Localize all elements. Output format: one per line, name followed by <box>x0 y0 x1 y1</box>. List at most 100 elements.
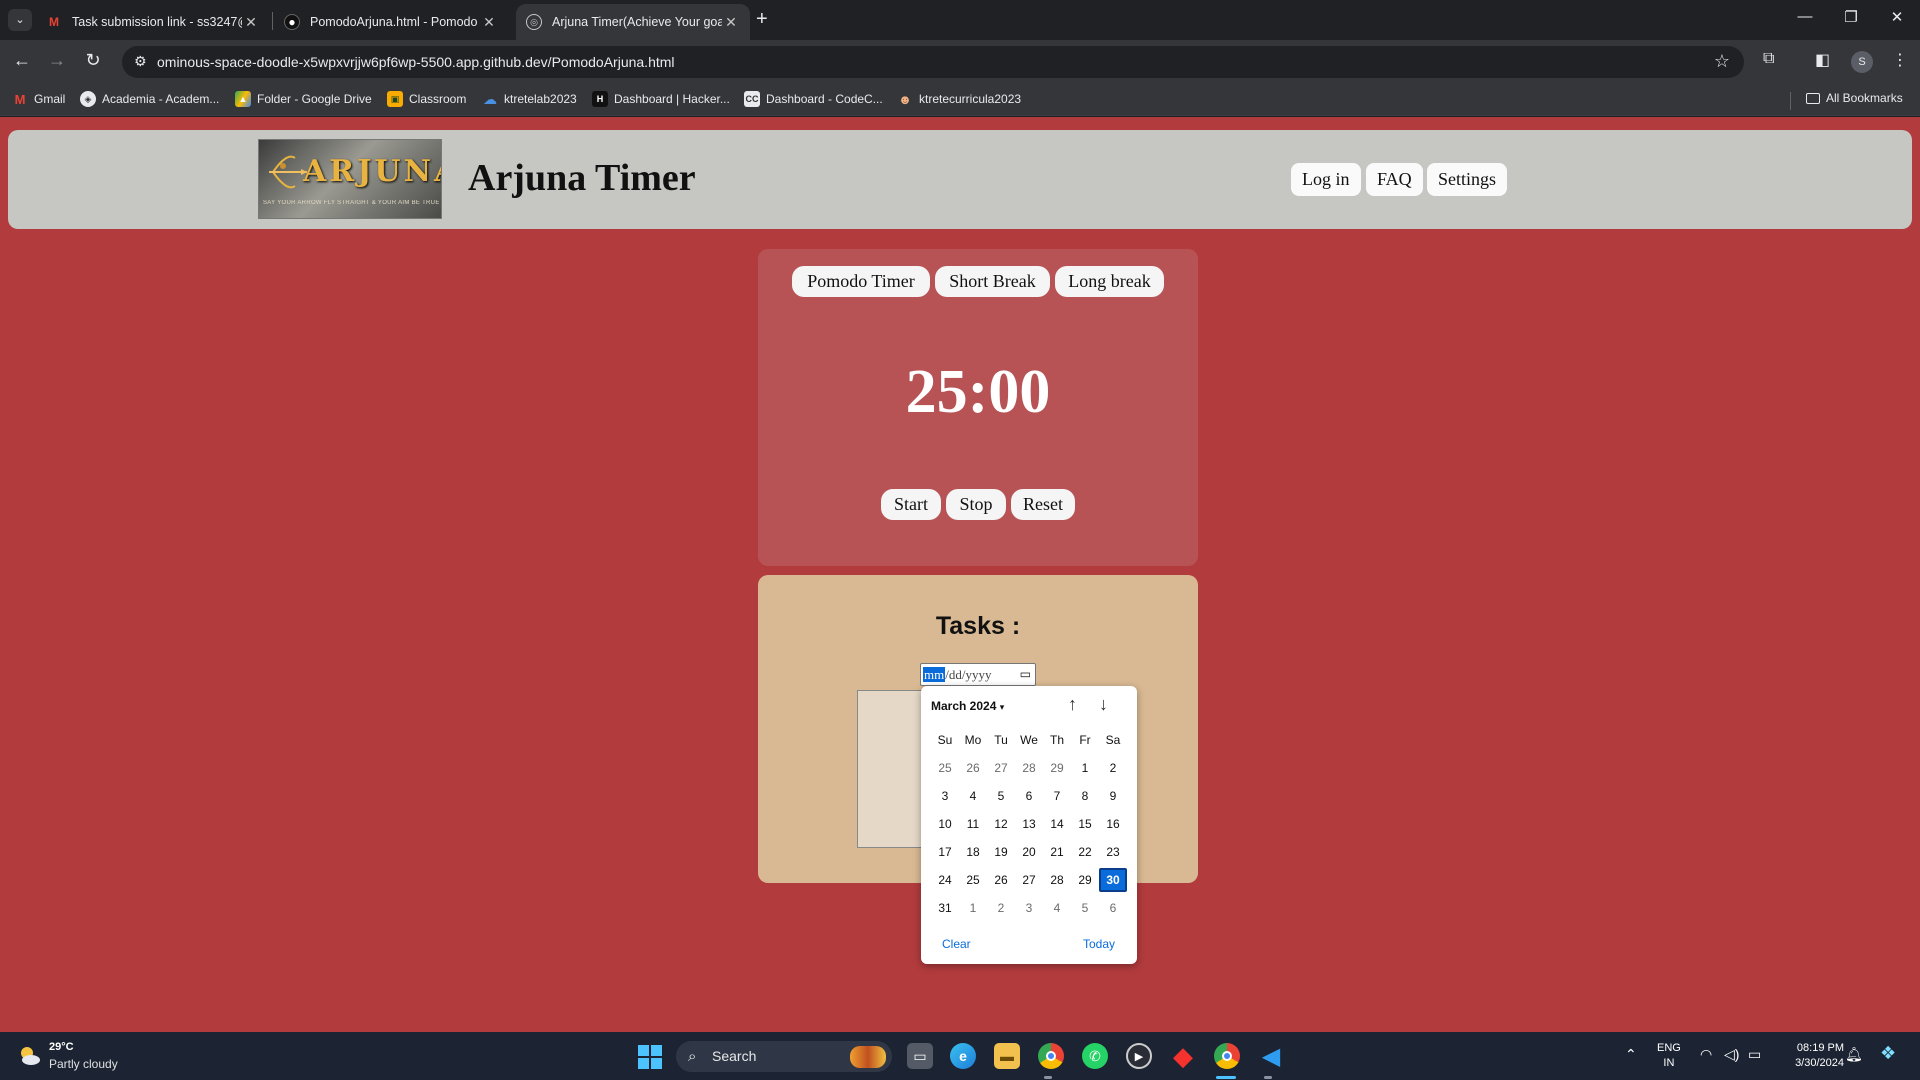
calendar-day[interactable]: 7 <box>1043 784 1071 808</box>
tab-search-button[interactable]: ⌄ <box>8 9 32 31</box>
calendar-day[interactable]: 17 <box>931 840 959 864</box>
calendar-day[interactable]: 1 <box>1071 756 1099 780</box>
vscode-icon[interactable]: ◀ <box>1258 1043 1284 1070</box>
reset-button[interactable]: Reset <box>1011 489 1075 520</box>
side-panel-icon[interactable]: ◧ <box>1815 50 1830 70</box>
bookmark-item[interactable]: M Gmail <box>12 91 66 107</box>
show-hidden-icons[interactable]: ⌃ <box>1625 1046 1637 1063</box>
notification-bell-icon[interactable]: 🔔︎ <box>1845 1046 1863 1063</box>
bookmark-item[interactable]: CC Dashboard - CodeC... <box>744 91 883 107</box>
taskbar-search[interactable]: ⌕ Search <box>676 1041 892 1072</box>
tab-close-icon[interactable]: ✕ <box>242 14 260 31</box>
system-clock[interactable]: 08:19 PM 3/30/2024 <box>1780 1041 1844 1071</box>
close-window-icon[interactable]: ✕ <box>1874 8 1920 26</box>
calendar-day[interactable]: 23 <box>1099 840 1127 864</box>
bookmark-item[interactable]: ☻ ktretecurricula2023 <box>897 91 1021 107</box>
menu-icon[interactable]: ⋮ <box>1892 50 1908 70</box>
calendar-day[interactable]: 28 <box>1043 868 1071 892</box>
calendar-day[interactable]: 11 <box>959 812 987 836</box>
bookmark-item[interactable]: ▲ Folder - Google Drive <box>235 91 372 107</box>
calendar-day[interactable]: 31 <box>931 896 959 920</box>
calendar-day[interactable]: 29 <box>1071 868 1099 892</box>
battery-icon[interactable]: ▭ <box>1748 1046 1761 1063</box>
address-bar[interactable]: ⚙ ominous-space-doodle-x5wpxvrjjw6pf6wp-… <box>122 46 1744 78</box>
calendar-day[interactable]: 21 <box>1043 840 1071 864</box>
bookmark-item[interactable]: ☁ ktretelab2023 <box>482 91 577 107</box>
whatsapp-icon[interactable]: ✆ <box>1082 1043 1108 1069</box>
calendar-day[interactable]: 19 <box>987 840 1015 864</box>
anydesk-icon[interactable]: ◆ <box>1170 1041 1196 1071</box>
bookmark-item[interactable]: ◈ Academia - Academ... <box>80 91 219 107</box>
new-tab-button[interactable]: + <box>756 8 768 31</box>
minimize-icon[interactable]: — <box>1782 8 1828 25</box>
calendar-day[interactable]: 4 <box>959 784 987 808</box>
forward-icon[interactable]: → <box>45 50 69 71</box>
chrome-icon[interactable] <box>1038 1043 1064 1069</box>
url-text[interactable]: ominous-space-doodle-x5wpxvrjjw6pf6wp-55… <box>157 54 675 70</box>
calendar-day[interactable]: 10 <box>931 812 959 836</box>
tab-close-icon[interactable]: ✕ <box>480 14 498 31</box>
browser-tab-active[interactable]: ◎ Arjuna Timer(Achieve Your goal ✕ <box>516 4 750 40</box>
login-button[interactable]: Log in <box>1291 163 1361 196</box>
calendar-day[interactable]: 1 <box>959 896 987 920</box>
calendar-day[interactable]: 5 <box>987 784 1015 808</box>
file-explorer-icon[interactable]: ▬ <box>994 1043 1020 1069</box>
calendar-day[interactable]: 14 <box>1043 812 1071 836</box>
calendar-day[interactable]: 27 <box>987 756 1015 780</box>
calendar-day[interactable]: 20 <box>1015 840 1043 864</box>
month-year-selector[interactable]: March 2024 ▾ <box>931 699 1004 713</box>
date-rest-segment[interactable]: /dd/yyyy <box>945 667 991 682</box>
calendar-day[interactable]: 5 <box>1071 896 1099 920</box>
extensions-icon[interactable]: ⧉ <box>1763 50 1774 68</box>
browser-tab[interactable]: M Task submission link - ss3247@ ✕ <box>36 4 270 40</box>
reload-icon[interactable]: ↻ <box>81 50 105 71</box>
task-view-icon[interactable]: ▭ <box>907 1043 933 1069</box>
today-button[interactable]: Today <box>1083 937 1115 951</box>
restore-icon[interactable]: ❐ <box>1828 8 1874 26</box>
browser-tab[interactable]: ● PomodoArjuna.html - Pomodo ✕ <box>274 4 508 40</box>
edge-icon[interactable]: e <box>950 1043 976 1069</box>
calendar-day[interactable]: 26 <box>987 868 1015 892</box>
calendar-day[interactable]: 25 <box>931 756 959 780</box>
calendar-day[interactable]: 12 <box>987 812 1015 836</box>
calendar-day[interactable]: 6 <box>1099 896 1127 920</box>
bookmark-item[interactable]: H Dashboard | Hacker... <box>592 91 730 107</box>
date-input[interactable]: mm/dd/yyyy ▭ <box>920 663 1036 686</box>
calendar-day[interactable]: 28 <box>1015 756 1043 780</box>
calendar-day[interactable]: 22 <box>1071 840 1099 864</box>
calendar-day-selected[interactable]: 30 <box>1099 868 1127 892</box>
calendar-day[interactable]: 25 <box>959 868 987 892</box>
task-textarea[interactable] <box>857 690 927 848</box>
calendar-day[interactable]: 29 <box>1043 756 1071 780</box>
back-icon[interactable]: ← <box>10 50 34 71</box>
settings-button[interactable]: Settings <box>1427 163 1508 196</box>
calendar-day[interactable]: 18 <box>959 840 987 864</box>
tab-close-icon[interactable]: ✕ <box>722 14 740 31</box>
calendar-day[interactable]: 13 <box>1015 812 1043 836</box>
stop-button[interactable]: Stop <box>946 489 1006 520</box>
next-month-icon[interactable]: ↓ <box>1099 694 1108 715</box>
calendar-day[interactable]: 16 <box>1099 812 1127 836</box>
wifi-icon[interactable]: ◠ <box>1700 1046 1712 1063</box>
calendar-day[interactable]: 2 <box>1099 756 1127 780</box>
calendar-day[interactable]: 3 <box>1015 896 1043 920</box>
calendar-day[interactable]: 9 <box>1099 784 1127 808</box>
calendar-day[interactable]: 8 <box>1071 784 1099 808</box>
pomodoro-tab[interactable]: Pomodo Timer <box>792 266 930 297</box>
chrome-profile-icon[interactable] <box>1214 1043 1240 1069</box>
start-button[interactable]: Start <box>881 489 941 520</box>
previous-month-icon[interactable]: ↑ <box>1068 694 1077 715</box>
site-logo[interactable]: ARJUNA SAY YOUR ARROW FLY STRAIGHT & YOU… <box>258 139 442 219</box>
calendar-day[interactable]: 3 <box>931 784 959 808</box>
calendar-icon[interactable]: ▭ <box>1020 667 1031 682</box>
date-month-segment[interactable]: mm <box>923 667 946 682</box>
calendar-day[interactable]: 27 <box>1015 868 1043 892</box>
volume-icon[interactable]: ◁) <box>1724 1046 1739 1063</box>
calendar-day[interactable]: 6 <box>1015 784 1043 808</box>
calendar-day[interactable]: 26 <box>959 756 987 780</box>
language-indicator[interactable]: ENG IN <box>1657 1041 1681 1071</box>
site-info-icon[interactable]: ⚙ <box>134 53 147 70</box>
profile-avatar[interactable]: S <box>1851 51 1873 73</box>
calendar-day[interactable]: 24 <box>931 868 959 892</box>
all-bookmarks-button[interactable]: All Bookmarks <box>1806 91 1903 105</box>
